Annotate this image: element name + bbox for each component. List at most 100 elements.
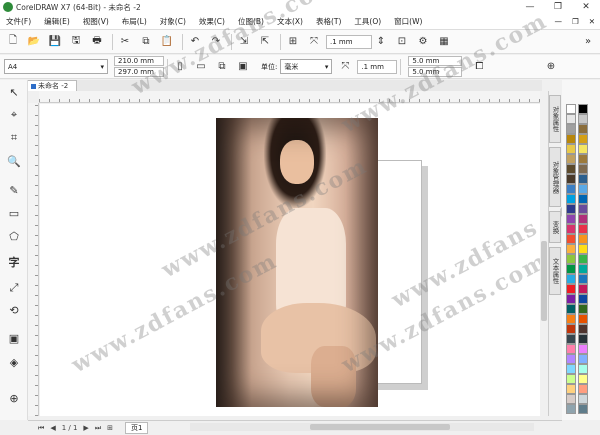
color-swatch[interactable] [578, 404, 588, 414]
color-swatch[interactable] [578, 154, 588, 164]
new-document-icon[interactable]: 🗋 [4, 33, 22, 51]
color-swatch[interactable] [566, 334, 576, 344]
color-swatch[interactable] [578, 304, 588, 314]
redo-icon[interactable]: ↷ [207, 33, 225, 51]
snap-icon[interactable]: ⊡ [393, 33, 411, 51]
color-swatch[interactable] [566, 254, 576, 264]
polygon-tool-icon[interactable]: ⬠ [3, 226, 25, 246]
menu-bitmaps[interactable]: 位图(B) [232, 16, 271, 27]
docker-tab-text-properties[interactable]: 文本属性 [549, 247, 561, 295]
color-swatch[interactable] [566, 264, 576, 274]
duplicate-y-field[interactable]: 5.0 mm [408, 67, 463, 77]
freehand-tool-icon[interactable]: ✎ [3, 180, 25, 200]
color-swatch[interactable] [566, 354, 576, 364]
minimize-button[interactable]: — [516, 0, 544, 14]
color-swatch[interactable] [578, 114, 588, 124]
pick-tool-icon[interactable]: ↖ [3, 82, 25, 102]
crop-tool-icon[interactable]: ⌗ [3, 128, 25, 148]
copy-icon[interactable]: ⧉ [137, 33, 155, 51]
color-swatch[interactable] [566, 154, 576, 164]
color-swatch[interactable] [578, 134, 588, 144]
export-icon[interactable]: ⇱ [256, 33, 274, 51]
add-tool-icon[interactable]: ⊕ [3, 388, 25, 408]
vertical-scroll-thumb[interactable] [541, 241, 547, 321]
menu-file[interactable]: 文件(F) [0, 16, 38, 27]
color-swatch[interactable] [578, 204, 588, 214]
color-swatch[interactable] [566, 244, 576, 254]
color-swatch[interactable] [578, 264, 588, 274]
doc-minimize-button[interactable]: — [549, 17, 567, 26]
units-select[interactable]: 毫米 ▾ [280, 59, 333, 74]
color-swatch[interactable] [578, 334, 588, 344]
color-swatch[interactable] [566, 404, 576, 414]
color-swatch[interactable] [566, 114, 576, 124]
color-swatch[interactable] [566, 394, 576, 404]
undo-icon[interactable]: ↶ [186, 33, 204, 51]
menu-text[interactable]: 文本(X) [271, 16, 310, 27]
color-swatch[interactable] [566, 124, 576, 134]
landscape-icon[interactable]: ▭ [192, 58, 210, 76]
color-swatch[interactable] [578, 284, 588, 294]
color-swatch[interactable] [566, 234, 576, 244]
docker-tab-transform[interactable]: 变换 [549, 211, 561, 243]
color-swatch[interactable] [566, 364, 576, 374]
color-swatch[interactable] [578, 384, 588, 394]
spinner-icon[interactable]: ⇕ [372, 33, 390, 51]
horizontal-scrollbar[interactable] [190, 423, 534, 431]
add-page-icon[interactable]: ⊞ [107, 424, 113, 432]
document-tab[interactable]: 未命名 -2 [26, 80, 78, 91]
color-swatch[interactable] [578, 224, 588, 234]
cut-icon[interactable]: ✂ [116, 33, 134, 51]
nudge-field[interactable]: .1 mm [357, 59, 398, 74]
color-swatch[interactable] [578, 374, 588, 384]
current-page-icon[interactable]: ▣ [234, 58, 252, 76]
rectangle-tool-icon[interactable]: ▭ [3, 203, 25, 223]
menu-view[interactable]: 视图(V) [77, 16, 116, 27]
connector-tool-icon[interactable]: ⟲ [3, 300, 25, 320]
color-swatch[interactable] [578, 364, 588, 374]
imported-photo[interactable] [216, 118, 378, 407]
toolbar-more-icon[interactable]: » [579, 33, 597, 51]
snap-to-icon[interactable]: ⊞ [284, 33, 302, 51]
paste-icon[interactable]: 📋 [158, 33, 176, 51]
maximize-button[interactable]: ❐ [544, 0, 572, 14]
open-icon[interactable]: 📂 [25, 33, 43, 51]
color-swatch[interactable] [566, 214, 576, 224]
vertical-scrollbar[interactable] [540, 91, 548, 416]
print-icon[interactable]: 🖶 [88, 33, 106, 51]
shape-tool-icon[interactable]: ⌖ [3, 105, 25, 125]
color-swatch[interactable] [578, 354, 588, 364]
color-swatch[interactable] [566, 344, 576, 354]
color-swatch[interactable] [566, 384, 576, 394]
dimension-tool-icon[interactable]: ⤢ [3, 278, 25, 298]
color-swatch[interactable] [578, 104, 588, 114]
color-swatch[interactable] [578, 324, 588, 334]
color-swatch[interactable] [578, 144, 588, 154]
color-swatch[interactable] [578, 294, 588, 304]
color-swatch[interactable] [578, 254, 588, 264]
menu-window[interactable]: 窗口(W) [388, 16, 429, 27]
color-swatch[interactable] [578, 244, 588, 254]
menu-object[interactable]: 对象(C) [154, 16, 193, 27]
page-width-field[interactable]: 210.0 mm [114, 56, 164, 66]
color-swatch[interactable] [578, 164, 588, 174]
color-swatch[interactable] [566, 174, 576, 184]
color-swatch[interactable] [566, 164, 576, 174]
page-height-field[interactable]: 297.0 mm [114, 67, 164, 77]
color-swatch[interactable] [578, 214, 588, 224]
color-swatch[interactable] [578, 314, 588, 324]
save-to-cloud-icon[interactable]: 🖫 [67, 33, 85, 51]
color-swatch[interactable] [566, 304, 576, 314]
portrait-icon[interactable]: ▯ [171, 58, 189, 76]
text-tool-icon[interactable]: 字 [3, 252, 25, 272]
color-swatch[interactable] [566, 324, 576, 334]
color-swatch[interactable] [566, 224, 576, 234]
color-swatch[interactable] [578, 124, 588, 134]
doc-close-button[interactable]: ✕ [584, 17, 600, 26]
color-swatch[interactable] [566, 314, 576, 324]
first-page-icon[interactable]: ⏮ [38, 424, 44, 433]
menu-edit[interactable]: 编辑(E) [38, 16, 77, 27]
color-swatch[interactable] [578, 234, 588, 244]
doc-restore-button[interactable]: ❐ [567, 17, 584, 26]
shadow-tool-icon[interactable]: ▣ [3, 328, 25, 348]
